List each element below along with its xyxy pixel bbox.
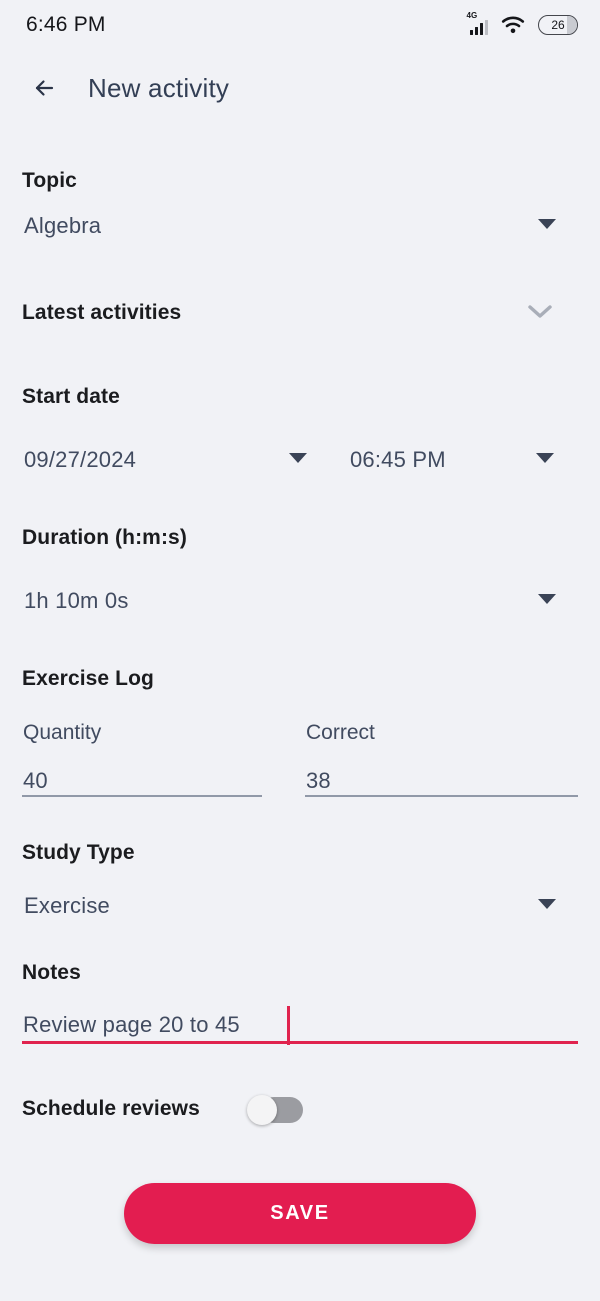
start-time-dropdown-caret-down-icon[interactable] xyxy=(536,453,554,463)
latest-activities-chevron-down-icon[interactable] xyxy=(521,298,559,324)
quantity-input[interactable]: 40 xyxy=(23,768,48,794)
status-bar-icons: 4G 26 xyxy=(466,11,578,35)
signal-bar-1 xyxy=(469,30,473,35)
duration-label: Duration (h:m:s) xyxy=(22,526,187,549)
correct-input[interactable]: 38 xyxy=(306,768,331,794)
start-date-value[interactable]: 09/27/2024 xyxy=(24,447,136,473)
topic-value[interactable]: Algebra xyxy=(24,213,101,239)
app-bar: New activity xyxy=(0,56,600,120)
network-type-label: 4G xyxy=(466,11,478,20)
arrow-left-icon xyxy=(35,80,54,96)
page-title: New activity xyxy=(88,72,230,103)
notes-label: Notes xyxy=(22,961,81,984)
save-button[interactable]: SAVE xyxy=(124,1183,476,1244)
signal-bar-4 xyxy=(484,20,488,35)
study-type-label: Study Type xyxy=(22,841,135,864)
duration-value[interactable]: 1h 10m 0s xyxy=(24,588,129,614)
start-date-label: Start date xyxy=(22,385,120,408)
signal-bar-3 xyxy=(479,23,483,35)
notes-text-cursor xyxy=(287,1006,290,1045)
study-type-value[interactable]: Exercise xyxy=(24,893,110,919)
back-button[interactable] xyxy=(16,59,74,117)
battery-icon: 26 xyxy=(538,15,578,35)
new-activity-screen: 6:46 PM 4G 26 New activity Topic Algebra… xyxy=(0,0,600,1301)
quantity-label: Quantity xyxy=(23,721,102,744)
battery-fill xyxy=(567,16,577,34)
start-date-dropdown-caret-down-icon[interactable] xyxy=(289,453,307,463)
correct-input-underline xyxy=(305,795,578,797)
study-type-dropdown-caret-down-icon[interactable] xyxy=(538,899,556,909)
latest-activities-label[interactable]: Latest activities xyxy=(22,301,181,325)
signal-bar-2 xyxy=(474,27,478,35)
toggle-thumb xyxy=(247,1095,277,1125)
notes-input-underline xyxy=(22,1041,578,1044)
topic-dropdown-caret-down-icon[interactable] xyxy=(538,219,556,229)
battery-level-label: 26 xyxy=(551,18,565,32)
notes-input[interactable]: Review page 20 to 45 xyxy=(23,1012,240,1038)
correct-label: Correct xyxy=(306,721,375,744)
duration-dropdown-caret-down-icon[interactable] xyxy=(538,594,556,604)
quantity-input-underline xyxy=(22,795,262,797)
status-bar-clock: 6:46 PM xyxy=(26,13,106,36)
schedule-reviews-toggle[interactable] xyxy=(247,1095,303,1125)
start-time-value[interactable]: 06:45 PM xyxy=(350,447,446,473)
exercise-log-label: Exercise Log xyxy=(22,667,154,690)
schedule-reviews-label: Schedule reviews xyxy=(22,1097,200,1120)
status-bar: 6:46 PM 4G 26 xyxy=(0,0,600,50)
wifi-icon xyxy=(501,16,525,34)
topic-label: Topic xyxy=(22,169,77,192)
signal-icon: 4G xyxy=(466,11,488,35)
